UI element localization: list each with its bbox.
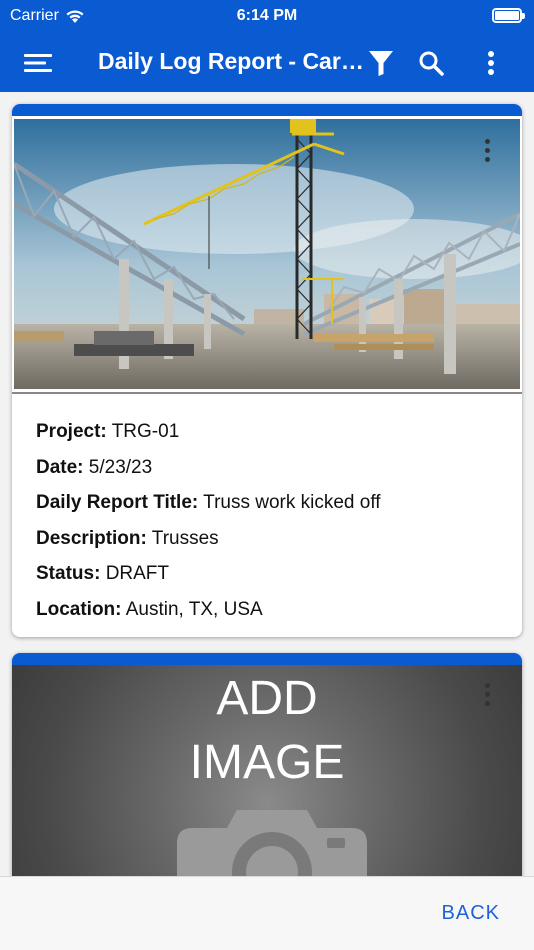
more-vertical-icon (484, 139, 490, 144)
location-value: Austin, TX, USA (125, 598, 263, 620)
status-label: Status: (36, 563, 101, 584)
card-accent-bar (12, 653, 522, 665)
status-row: Status: DRAFT (36, 556, 498, 592)
filter-icon (369, 51, 393, 76)
more-options-button[interactable] (474, 46, 508, 80)
add-image-line2: IMAGE (189, 736, 345, 789)
more-vertical-icon (488, 51, 494, 75)
project-label: Project: (36, 421, 107, 442)
report-title-label: Daily Report Title: (36, 492, 199, 513)
add-image-text: ADD IMAGE (12, 667, 522, 795)
battery-icon (492, 8, 525, 23)
location-row: Location: Austin, TX, USA (36, 592, 498, 628)
project-row: Project: TRG-01 (36, 414, 498, 450)
camera-icon (177, 810, 367, 876)
date-row: Date: 5/23/23 (36, 450, 498, 486)
location-label: Location: (36, 598, 122, 620)
report-card[interactable]: Project: TRG-01 Date: 5/23/23 Daily Repo… (12, 104, 522, 637)
add-image-line1: ADD (216, 672, 318, 725)
add-image-placeholder[interactable]: ADD IMAGE (12, 665, 522, 876)
date-value: 5/23/23 (88, 456, 153, 478)
status-value: DRAFT (105, 563, 170, 584)
card-menu-button[interactable] (480, 139, 494, 165)
description-value: Trusses (151, 527, 219, 549)
page-title: Daily Log Report - Carpenter (98, 48, 368, 74)
report-card[interactable]: ADD IMAGE (12, 653, 522, 876)
report-title-row: Daily Report Title: Truss work kicked of… (36, 485, 498, 521)
card-menu-button[interactable] (480, 683, 494, 709)
menu-icon (24, 54, 52, 72)
status-time: 6:14 PM (236, 7, 298, 24)
more-vertical-icon (484, 683, 490, 688)
filter-button[interactable] (364, 46, 398, 80)
menu-button[interactable] (24, 51, 52, 75)
report-details: Project: TRG-01 Date: 5/23/23 Daily Repo… (12, 394, 522, 637)
project-value: TRG-01 (111, 421, 180, 442)
search-button[interactable] (414, 46, 448, 80)
report-photo[interactable] (14, 119, 520, 389)
status-bar: Carrier 6:14 PM (0, 0, 534, 34)
report-list[interactable]: Project: TRG-01 Date: 5/23/23 Daily Repo… (0, 92, 534, 876)
date-label: Date: (36, 456, 84, 478)
report-title-value: Truss work kicked off (203, 492, 381, 513)
card-accent-bar (12, 104, 522, 116)
bottom-bar: BACK (0, 876, 534, 950)
construction-site-image (14, 119, 520, 389)
search-icon (419, 51, 444, 76)
description-row: Description: Trusses (36, 521, 498, 557)
description-label: Description: (36, 527, 147, 549)
app-bar: Daily Log Report - Carpenter (0, 34, 534, 92)
back-button[interactable]: BACK (442, 902, 500, 925)
